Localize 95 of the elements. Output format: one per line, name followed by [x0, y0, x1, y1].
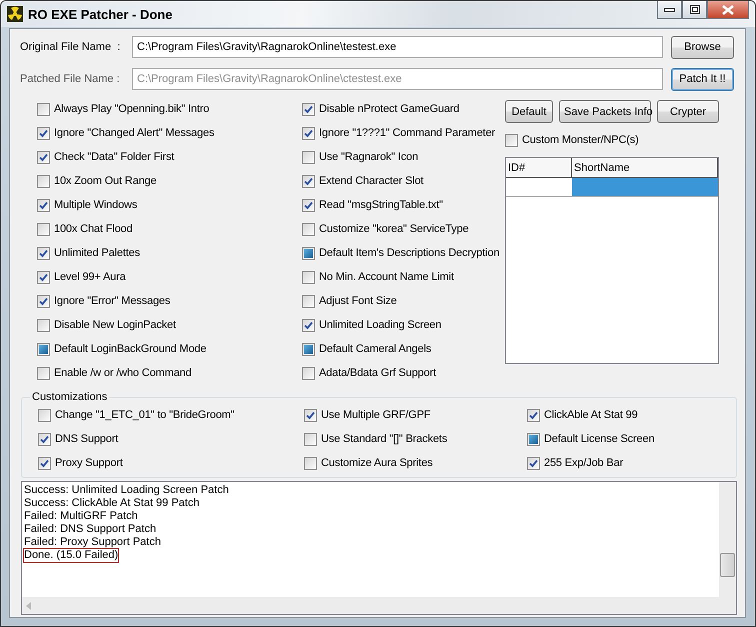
- log-line: Success: ClickAble At Stat 99 Patch: [24, 497, 200, 510]
- field-label: Patched File Name :: [20, 73, 121, 85]
- checkbox-label: Unlimited Palettes: [54, 247, 140, 259]
- checkbox-label: Custom Monster/NPC(s): [522, 134, 639, 146]
- checkbox-label: Use Standard "[]" Brackets: [321, 433, 448, 445]
- file-path-field[interactable]: C:\Program Files\Gravity\RagnarokOnline\testest.exe: [132, 36, 663, 58]
- checkbox[interactable]: [302, 174, 315, 188]
- checkbox-label: Extend Character Slot: [319, 175, 424, 187]
- checkbox-label: DNS Support: [55, 433, 118, 445]
- checkbox-label: Default LoginBackGround Mode: [54, 343, 206, 355]
- checkbox[interactable]: [527, 432, 540, 446]
- checkbox[interactable]: [37, 126, 50, 140]
- vertical-scrollbar[interactable]: [719, 482, 736, 597]
- checkbox[interactable]: [37, 150, 50, 164]
- checkbox-label: Change "1_ETC_01" to "BrideGroom": [55, 409, 234, 421]
- checkbox-label: Default License Screen: [544, 433, 654, 445]
- checkbox[interactable]: [38, 408, 51, 422]
- action-button[interactable]: Crypter: [657, 100, 719, 123]
- checkbox[interactable]: [302, 294, 315, 308]
- checkbox[interactable]: [37, 246, 50, 260]
- checkbox-label: Ignore "Changed Alert" Messages: [54, 127, 214, 139]
- checkbox-label: Proxy Support: [55, 457, 123, 469]
- checkbox[interactable]: [304, 432, 317, 446]
- checkbox-label: Default Item's Descriptions Decryption: [319, 247, 500, 259]
- close-icon: [722, 4, 734, 14]
- checkbox[interactable]: [302, 342, 315, 356]
- checkbox-label: Adjust Font Size: [319, 295, 397, 307]
- checkbox-label: Adata/Bdata Grf Support: [319, 367, 436, 379]
- checkbox[interactable]: [37, 198, 50, 212]
- checkbox[interactable]: [304, 456, 317, 470]
- checkbox[interactable]: [37, 294, 50, 308]
- column-header[interactable]: ShortName: [572, 158, 718, 178]
- checkbox[interactable]: [37, 366, 50, 380]
- checkbox-label: Use Multiple GRF/GPF: [321, 409, 430, 421]
- log-line: Failed: MultiGRF Patch: [24, 510, 138, 523]
- radiation-icon: [7, 6, 23, 22]
- checkbox[interactable]: [37, 222, 50, 236]
- checkbox[interactable]: [302, 150, 315, 164]
- column-header[interactable]: ID#: [506, 158, 572, 178]
- checkbox[interactable]: [527, 408, 540, 422]
- field-label: Original File Name :: [20, 41, 122, 53]
- action-button[interactable]: Default: [505, 100, 553, 123]
- checkbox-label: Enable /w or /who Command: [54, 367, 192, 379]
- checkbox-label: Level 99+ Aura: [54, 271, 126, 283]
- checkbox-label: ClickAble At Stat 99: [544, 409, 638, 421]
- checkbox-label: Disable nProtect GameGuard: [319, 103, 460, 115]
- log-line: Done. (15.0 Failed): [24, 549, 118, 562]
- checkbox[interactable]: [302, 222, 315, 236]
- checkbox[interactable]: [37, 342, 50, 356]
- checkbox-label: Always Play "Openning.bik" Intro: [54, 103, 210, 115]
- checkbox-label: Disable New LoginPacket: [54, 319, 176, 331]
- checkbox[interactable]: [302, 366, 315, 380]
- checkbox[interactable]: [302, 318, 315, 332]
- checkbox[interactable]: [38, 456, 51, 470]
- checkbox-label: Multiple Windows: [54, 199, 138, 211]
- checkbox[interactable]: [302, 126, 315, 140]
- checkbox-label: Unlimited Loading Screen: [319, 319, 442, 331]
- checkbox[interactable]: [527, 456, 540, 470]
- checkbox-label: Customize Aura Sprites: [321, 457, 433, 469]
- log-line: Failed: Proxy Support Patch: [24, 536, 161, 549]
- checkbox-label: No Min. Account Name Limit: [319, 271, 454, 283]
- checkbox-label: 10x Zoom Out Range: [54, 175, 156, 187]
- checkbox-label: Default Cameral Angels: [319, 343, 432, 355]
- checkbox-label: Customize "korea" ServiceType: [319, 223, 469, 235]
- checkbox[interactable]: [302, 246, 315, 260]
- group-title: Customizations: [31, 391, 108, 403]
- maximize-icon: [690, 5, 700, 14]
- checkbox[interactable]: [505, 134, 518, 146]
- checkbox[interactable]: [37, 102, 50, 116]
- checkbox-label: Check "Data" Folder First: [54, 151, 174, 163]
- checkbox[interactable]: [302, 270, 315, 284]
- log-line: Success: Unlimited Loading Screen Patch: [24, 484, 229, 497]
- minimize-button[interactable]: [657, 1, 682, 19]
- horizontal-scrollbar[interactable]: [22, 597, 736, 614]
- checkbox-label: Read "msgStringTable.txt": [319, 199, 443, 211]
- maximize-button[interactable]: [682, 1, 707, 19]
- checkbox[interactable]: [38, 432, 51, 446]
- checkbox[interactable]: [37, 174, 50, 188]
- checkbox[interactable]: [304, 408, 317, 422]
- checkbox-label: Use "Ragnarok" Icon: [319, 151, 418, 163]
- close-button[interactable]: [707, 1, 749, 19]
- checkbox-label: 100x Chat Flood: [54, 223, 132, 235]
- window-title: RO EXE Patcher - Done: [28, 6, 174, 22]
- minimize-icon: [664, 8, 675, 12]
- checkbox-label: Ignore "Error" Messages: [54, 295, 170, 307]
- checkbox[interactable]: [302, 198, 315, 212]
- checkbox-label: 255 Exp/Job Bar: [544, 457, 624, 469]
- checkbox[interactable]: [302, 102, 315, 116]
- log-line: Failed: DNS Support Patch: [24, 523, 156, 536]
- checkbox[interactable]: [37, 270, 50, 284]
- browse-button[interactable]: Browse: [671, 36, 734, 58]
- action-button[interactable]: Save Packets Info: [559, 100, 651, 123]
- selected-cell[interactable]: [572, 178, 718, 196]
- checkbox[interactable]: [37, 318, 50, 332]
- checkbox-label: Ignore "1???1" Command Parameter: [319, 127, 496, 139]
